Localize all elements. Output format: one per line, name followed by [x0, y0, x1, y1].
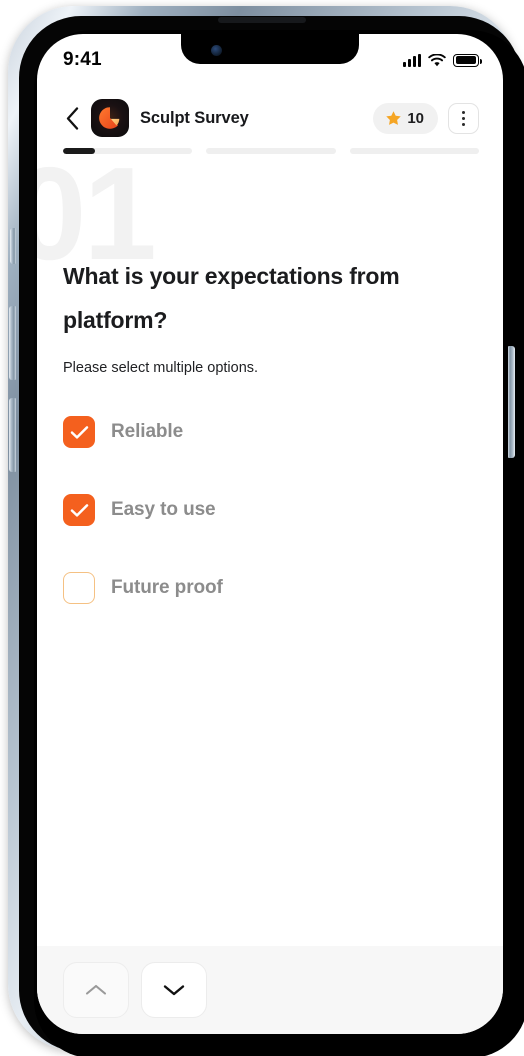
status-bar-time: 9:41: [63, 49, 102, 70]
score-value: 10: [407, 109, 424, 127]
previous-question-button[interactable]: [63, 962, 129, 1018]
question-subtitle: Please select multiple options.: [63, 360, 259, 377]
checkbox-checked[interactable]: [63, 416, 95, 449]
volume-down-button[interactable]: [9, 398, 16, 472]
more-vertical-icon: [462, 116, 465, 120]
checkbox-checked[interactable]: [63, 494, 95, 527]
app-logo: [91, 99, 129, 137]
more-options-button[interactable]: [448, 102, 479, 134]
phone-screen: 9:41 Sculpt Survey 10 01 What is your ex…: [37, 34, 503, 1034]
more-vertical-icon: [462, 122, 465, 126]
chevron-down-icon: [163, 985, 185, 996]
cellular-signal-icon: [403, 53, 421, 67]
star-icon: [386, 110, 402, 125]
more-vertical-icon: [462, 110, 465, 114]
option-label: Future proof: [111, 577, 223, 599]
option-label: Reliable: [111, 421, 184, 443]
battery-full-icon: [453, 53, 482, 67]
status-bar: 9:41: [37, 34, 503, 86]
bottom-navigation-bar: [37, 946, 503, 1034]
chevron-up-icon: [85, 984, 107, 995]
question-content: 01 What is your expectations from platfo…: [37, 148, 503, 914]
page-title: Sculpt Survey: [140, 108, 249, 127]
power-button[interactable]: [508, 346, 515, 458]
chevron-left-icon: [66, 106, 78, 130]
earpiece-speaker: [218, 17, 306, 23]
header-actions: 10: [373, 102, 479, 134]
option-label: Easy to use: [111, 499, 216, 521]
checkmark-icon: [70, 503, 88, 517]
option-row[interactable]: Future proof: [63, 572, 479, 605]
next-question-button[interactable]: [141, 962, 207, 1018]
wifi-icon: [428, 53, 446, 66]
mute-switch-button[interactable]: [10, 228, 16, 264]
screenshot-stage: 9:41 Sculpt Survey 10 01 What is your ex…: [0, 0, 524, 1056]
checkbox-unchecked[interactable]: [63, 572, 95, 605]
back-button[interactable]: [59, 103, 85, 133]
status-bar-icons: [403, 53, 482, 67]
sculpt-app-logo-icon: [99, 107, 120, 129]
options-list: Reliable Easy to use Future proof: [63, 416, 479, 605]
option-row[interactable]: Reliable: [63, 416, 479, 449]
progress-indicator: [37, 140, 503, 154]
option-row[interactable]: Easy to use: [63, 494, 479, 527]
app-header: Sculpt Survey 10: [37, 86, 503, 140]
volume-up-button[interactable]: [9, 306, 16, 380]
checkmark-icon: [70, 425, 88, 439]
score-badge[interactable]: 10: [373, 102, 438, 134]
question-text: What is your expectations from platform?: [63, 263, 400, 334]
phone-frame-outer: 9:41 Sculpt Survey 10 01 What is your ex…: [8, 6, 524, 1056]
